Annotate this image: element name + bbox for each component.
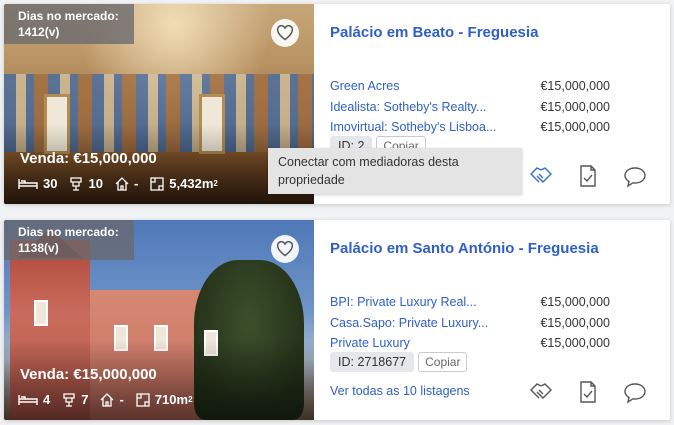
listing-row: Private Luxury €15,000,000	[330, 333, 610, 354]
bath-icon	[70, 176, 83, 191]
area-unit-sup: 2	[188, 395, 193, 404]
listing-row: Idealista: Sotheby's Realty... €15,000,00…	[330, 97, 610, 118]
listing-price: €15,000,000	[540, 336, 610, 351]
property-actions	[526, 380, 667, 406]
spec-land: -	[100, 392, 124, 407]
property-photo[interactable]: Dias no mercado: 1138(v) Venda: €15,000,…	[4, 220, 314, 420]
property-specs: 4 7 - 710m 2	[18, 392, 205, 407]
listing-row: Green Acres €15,000,000	[330, 76, 610, 97]
bathrooms-count: 10	[88, 176, 103, 191]
property-title[interactable]: Palácio em Beato - Freguesia	[330, 24, 538, 41]
favorite-button[interactable]	[271, 235, 299, 263]
document-check-icon	[580, 381, 596, 403]
days-on-market-badge: Dias no mercado: 1138(v)	[4, 220, 134, 260]
document-button[interactable]	[573, 164, 603, 190]
bedrooms-count: 30	[43, 176, 58, 191]
bathrooms-count: 7	[81, 392, 89, 407]
listing-agent-link[interactable]: Imovirtual: Sotheby's Lisboa...	[330, 120, 520, 134]
listings-list: Green Acres €15,000,000 Idealista: Sotheb…	[330, 76, 610, 138]
land-icon	[101, 392, 114, 407]
chat-bubble-icon	[624, 167, 646, 188]
message-button[interactable]	[620, 380, 650, 406]
message-button[interactable]	[620, 164, 650, 190]
listings-list: BPI: Private Luxury Real... €15,000,000 C…	[330, 292, 610, 354]
bedrooms-count: 4	[43, 392, 51, 407]
area-icon	[136, 392, 150, 407]
listing-agent-link[interactable]: Green Acres	[330, 79, 520, 93]
listing-price: €15,000,000	[540, 79, 610, 94]
listing-price: €15,000,000	[540, 99, 610, 114]
listing-price: €15,000,000	[540, 120, 610, 135]
bed-icon	[18, 178, 38, 189]
listing-agent-link[interactable]: Private Luxury	[330, 336, 520, 350]
land-value: -	[133, 176, 139, 191]
heart-icon	[276, 25, 294, 41]
property-specs: 30 10 - 5,432m 2	[18, 176, 230, 191]
spec-bedrooms: 30	[18, 176, 57, 191]
listing-price: €15,000,000	[540, 295, 610, 310]
document-button[interactable]	[573, 380, 603, 406]
spec-area: 5,432m 2	[150, 176, 218, 191]
handshake-icon	[530, 383, 552, 399]
photo-detail	[34, 300, 48, 326]
property-id-row: ID: 2718677 Copiar	[330, 352, 468, 372]
land-icon	[115, 176, 129, 191]
listing-agent-link[interactable]: BPI: Private Luxury Real...	[330, 295, 520, 309]
document-check-icon	[580, 165, 596, 187]
heart-icon	[276, 241, 294, 257]
area-unit-sup: 2	[213, 179, 218, 188]
days-on-market-badge: Dias no mercado: 1412(v)	[4, 4, 134, 44]
sale-price: Venda: €15,000,000	[20, 150, 157, 167]
connect-agents-tooltip: Conectar com mediadoras desta propriedad…	[268, 148, 522, 194]
listing-row: Casa.Sapo: Private Luxury... €15,000,000	[330, 313, 610, 334]
listing-agent-link[interactable]: Casa.Sapo: Private Luxury...	[330, 316, 520, 330]
spec-bathrooms: 10	[69, 176, 103, 191]
property-info: Palácio em Santo António - Freguesia BPI…	[330, 220, 660, 420]
listing-row: BPI: Private Luxury Real... €15,000,000	[330, 292, 610, 313]
property-title[interactable]: Palácio em Santo António - Freguesia	[330, 240, 599, 257]
property-card: Dias no mercado: 1138(v) Venda: €15,000,…	[4, 220, 670, 420]
area-icon	[150, 176, 164, 191]
copy-id-button[interactable]: Copiar	[418, 352, 468, 372]
spec-land: -	[115, 176, 138, 191]
area-value: 710m	[154, 392, 189, 407]
listing-price: €15,000,000	[540, 315, 610, 330]
spec-bathrooms: 7	[62, 392, 88, 407]
bed-icon	[18, 394, 38, 405]
connect-agents-button[interactable]	[526, 380, 556, 406]
connect-agents-button[interactable]	[526, 164, 556, 190]
listing-agent-link[interactable]: Idealista: Sotheby's Realty...	[330, 100, 520, 114]
property-actions	[526, 164, 667, 190]
see-all-listings-link[interactable]: Ver todas as 10 listagens	[330, 384, 470, 398]
spec-area: 710m 2	[136, 392, 193, 407]
bath-icon	[63, 392, 75, 407]
property-id: ID: 2718677	[330, 352, 415, 372]
chat-bubble-icon	[624, 383, 646, 404]
listing-row: Imovirtual: Sotheby's Lisboa... €15,000,0…	[330, 117, 610, 138]
handshake-icon	[530, 167, 552, 183]
area-value: 5,432m	[169, 176, 214, 191]
spec-bedrooms: 4	[18, 392, 50, 407]
favorite-button[interactable]	[271, 19, 299, 47]
land-value: -	[119, 392, 124, 407]
sale-price: Venda: €15,000,000	[20, 366, 157, 383]
